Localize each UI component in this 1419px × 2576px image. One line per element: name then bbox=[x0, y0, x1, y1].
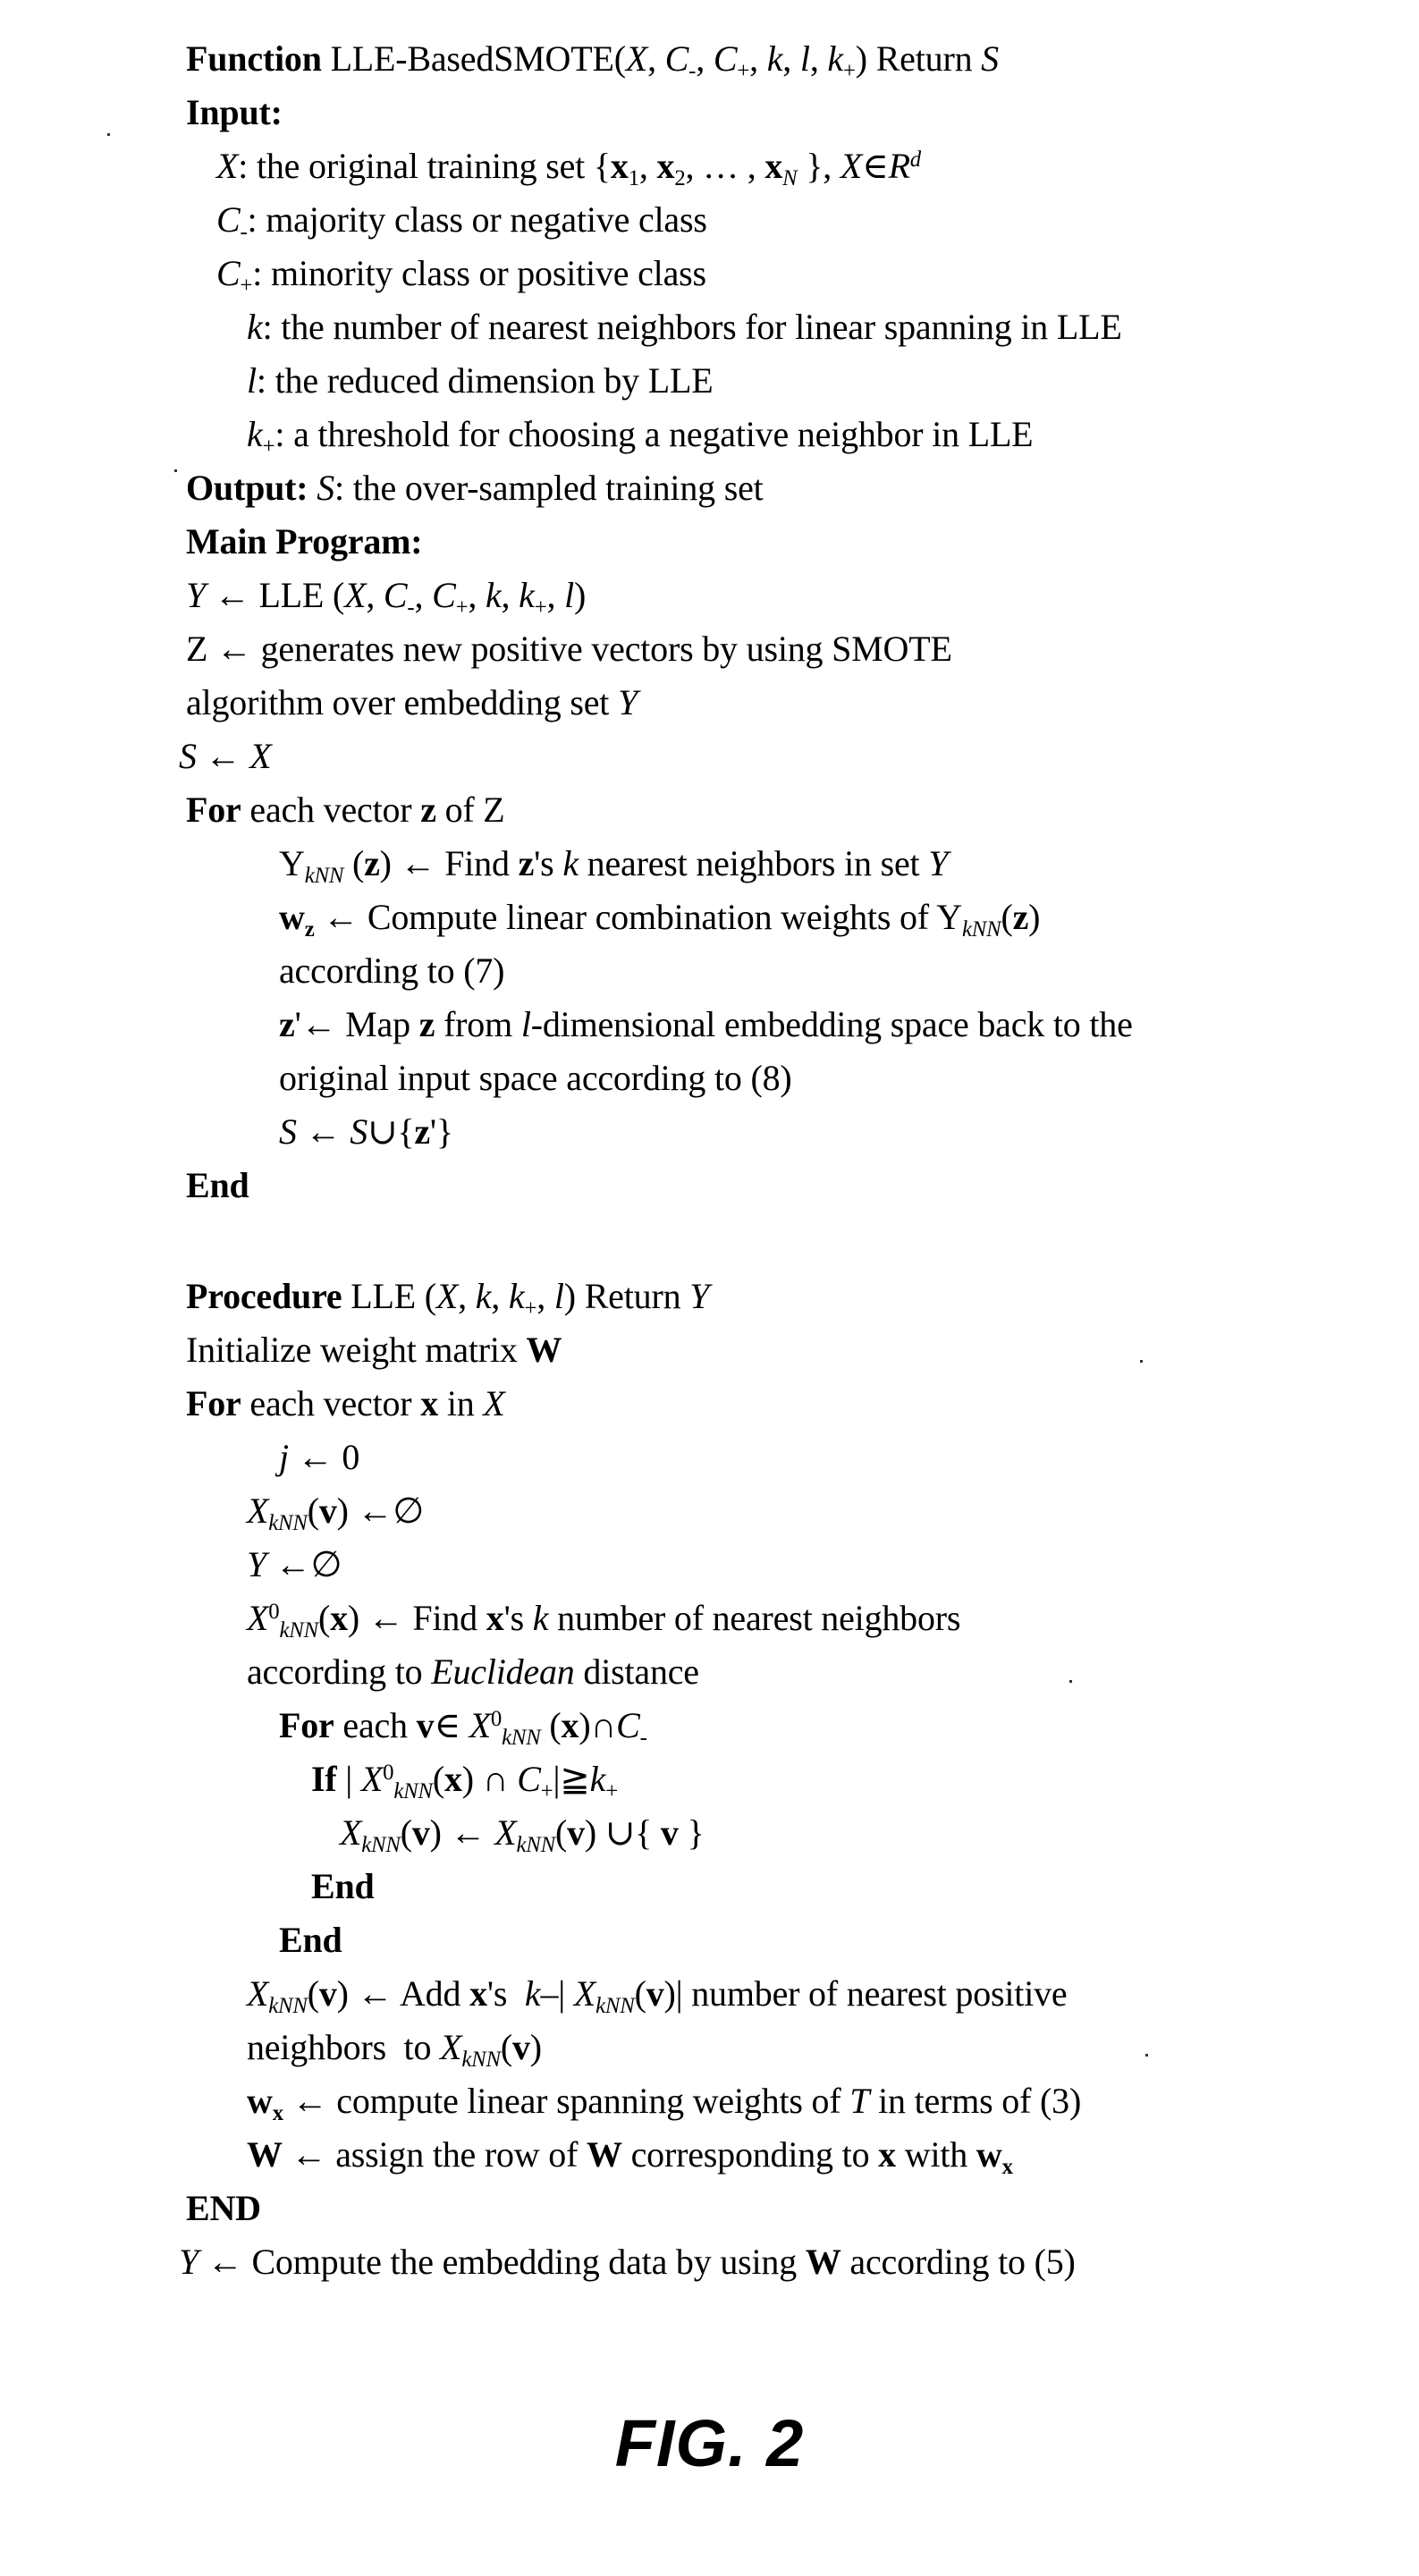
algorithm-line-x0knn-find: X0kNN(x) ← Find x's k number of nearest … bbox=[247, 1598, 961, 1643]
algorithm-line-procedure-header: Procedure LLE (X, k, k+, l) Return Y bbox=[186, 1276, 710, 1321]
figure-page: Function LLE-BasedSMOTE(X, C-, C+, k, l,… bbox=[0, 0, 1419, 2576]
algorithm-line-for-each-vector-x: For each vector x in X bbox=[186, 1383, 505, 1423]
algorithm-line-for-each-v: For each v∈ X0kNN (x)∩C- bbox=[279, 1705, 647, 1750]
algorithm-line-for-each-vector-z: For each vector z of Z bbox=[186, 790, 505, 830]
algorithm-line-xknn-union-v: XkNN(v) ← XkNN(v) ∪{ v } bbox=[340, 1812, 705, 1857]
scan-artifact-speck bbox=[529, 420, 532, 423]
algorithm-line-output-header: Output: S: the over-sampled training set bbox=[186, 468, 764, 508]
algorithm-line-z-generates-cont: algorithm over embedding set Y bbox=[186, 682, 638, 722]
algorithm-line-end-procedure: END bbox=[186, 2188, 261, 2228]
algorithm-line-j-assign-zero: j ← 0 bbox=[279, 1437, 360, 1477]
algorithm-line-input-header: Input: bbox=[186, 92, 283, 132]
algorithm-line-input-cplus: C+: minority class or positive class bbox=[216, 253, 706, 298]
algorithm-line-wz-compute-cont: according to (7) bbox=[279, 950, 505, 991]
algorithm-line-z-generates: Z ← generates new positive vectors by us… bbox=[186, 629, 952, 669]
algorithm-line-xknn-add: XkNN(v) ← Add x's k–| XkNN(v)| number of… bbox=[247, 1973, 1068, 2018]
algorithm-line-y-empty: Y ←∅ bbox=[247, 1544, 342, 1584]
algorithm-line-x0knn-find-cont: according to Euclidean distance bbox=[247, 1651, 699, 1692]
scan-artifact-speck bbox=[1140, 1360, 1143, 1363]
algorithm-line-end-for-v: End bbox=[279, 1920, 342, 1960]
scan-artifact-speck bbox=[1145, 2054, 1148, 2057]
algorithm-line-xknn-empty: XkNN(v) ←∅ bbox=[247, 1491, 425, 1535]
algorithm-line-input-cminus: C-: majority class or negative class bbox=[216, 199, 707, 244]
algorithm-line-input-kplus: k+: a threshold for choosing a negative … bbox=[247, 414, 1034, 459]
algorithm-line-input-k: k: the number of nearest neighbors for l… bbox=[247, 307, 1122, 347]
algorithm-pseudocode-block: Function LLE-BasedSMOTE(X, C-, C+, k, l,… bbox=[179, 32, 1339, 2289]
algorithm-line-w-assign-row: W ← assign the row of W corresponding to… bbox=[247, 2134, 1013, 2179]
scan-artifact-speck bbox=[107, 133, 110, 136]
algorithm-line-if-condition: If | X0kNN(x) ∩ C+|≧k+ bbox=[311, 1759, 618, 1803]
algorithm-line-y-assign-lle: Y ← LLE (X, C-, C+, k, k+, l) bbox=[186, 575, 587, 620]
algorithm-line-function-signature: Function LLE-BasedSMOTE(X, C-, C+, k, l,… bbox=[186, 38, 999, 83]
algorithm-line-s-assign-x: S ← X bbox=[179, 736, 272, 776]
scan-artifact-speck bbox=[1069, 1680, 1072, 1683]
algorithm-line-s-union-zprime: S ← S∪{z'} bbox=[279, 1111, 453, 1152]
algorithm-line-y-compute-embedding: Y ← Compute the embedding data by using … bbox=[179, 2242, 1076, 2282]
algorithm-line-input-x: X: the original training set {x1, x2, … … bbox=[216, 146, 921, 190]
algorithm-line-main-program-header: Main Program: bbox=[186, 521, 423, 562]
algorithm-line-zprime-map: z'← Map z from l-dimensional embedding s… bbox=[279, 1004, 1133, 1044]
algorithm-line-wz-compute: wz ← Compute linear combination weights … bbox=[279, 897, 1041, 942]
algorithm-line-input-l: l: the reduced dimension by LLE bbox=[247, 360, 714, 401]
figure-label: FIG. 2 bbox=[614, 2406, 805, 2480]
algorithm-line-wx-compute: wx ← compute linear spanning weights of … bbox=[247, 2081, 1082, 2125]
algorithm-line-xknn-add-cont: neighbors to XkNN(v) bbox=[247, 2027, 542, 2072]
scan-artifact-speck bbox=[174, 469, 177, 472]
algorithm-line-yknn-find: YkNN (z) ← Find z's k nearest neighbors … bbox=[279, 843, 949, 888]
algorithm-line-initialize-w: Initialize weight matrix W bbox=[186, 1330, 562, 1370]
algorithm-line-zprime-map-cont: original input space according to (8) bbox=[279, 1058, 792, 1098]
algorithm-line-end-main: End bbox=[186, 1165, 249, 1205]
algorithm-line-end-if: End bbox=[311, 1866, 375, 1906]
